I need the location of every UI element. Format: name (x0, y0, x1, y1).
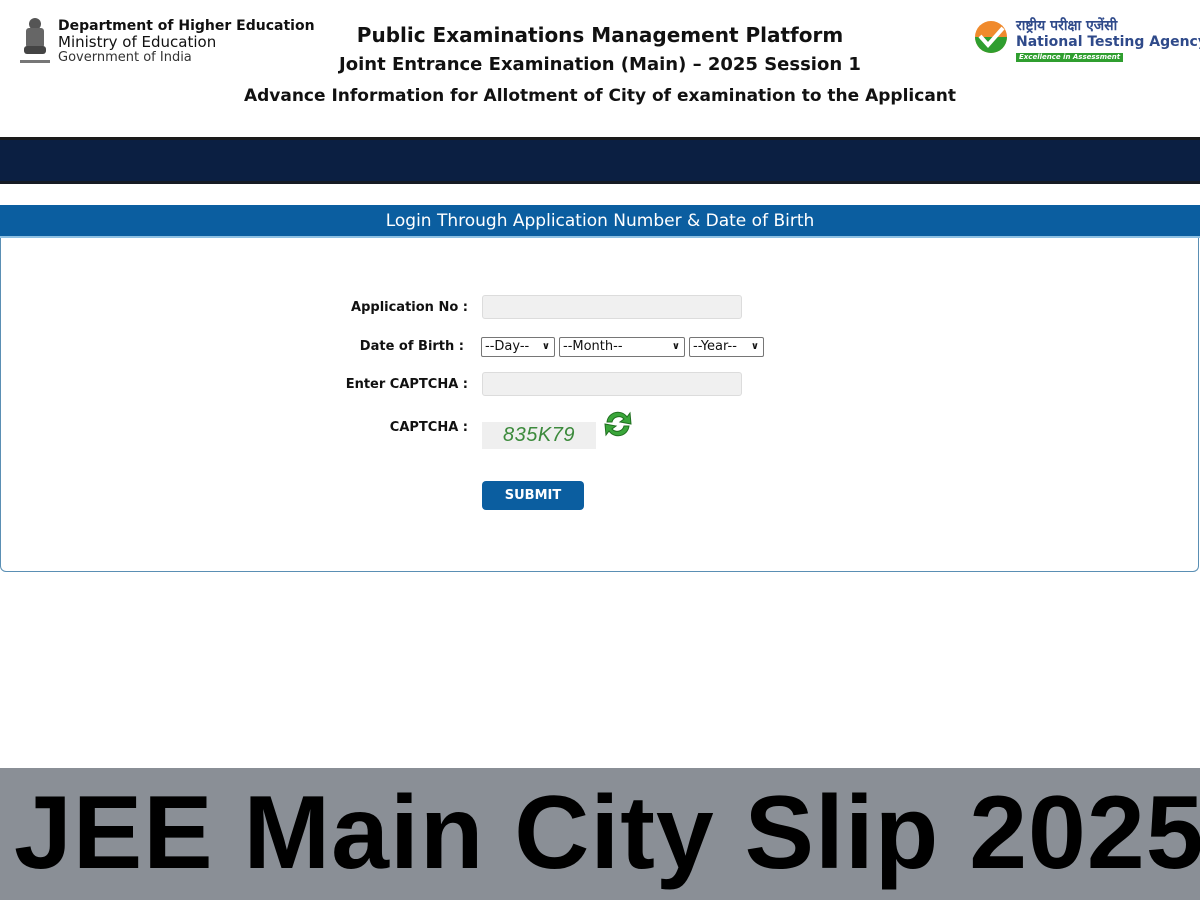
enter-captcha-label: Enter CAPTCHA : (345, 377, 468, 392)
captcha-image: 835K79 (482, 422, 596, 449)
chevron-down-icon: ∨ (541, 341, 550, 352)
dob-month-select[interactable]: --Month-- ∨ (559, 337, 685, 357)
nta-tagline: Excellence in Assessment (1016, 53, 1124, 62)
captcha-label: CAPTCHA : (389, 420, 468, 435)
platform-title: Public Examinations Management Platform (356, 23, 844, 47)
navigation-bar (0, 137, 1200, 184)
page-header: Department of Higher Education Ministry … (0, 0, 1200, 137)
dob-year-select[interactable]: --Year-- ∨ (689, 337, 764, 357)
chevron-down-icon: ∨ (750, 341, 759, 352)
banner-title: JEE Main City Slip 2025 (14, 775, 1200, 891)
chevron-down-icon: ∨ (671, 341, 680, 352)
year-select-value: --Year-- (693, 339, 737, 354)
national-emblem-icon (20, 18, 50, 63)
nta-check-icon (975, 21, 1007, 53)
nta-hindi-name: राष्ट्रीय परीक्षा एजेंसी (1016, 18, 1118, 34)
exam-title: Joint Entrance Examination (Main) – 2025… (339, 54, 861, 75)
nta-name: National Testing Agency (1016, 34, 1200, 50)
captcha-input[interactable] (482, 372, 742, 396)
application-no-label: Application No : (351, 300, 468, 315)
page-subtitle: Advance Information for Allotment of Cit… (243, 86, 957, 106)
refresh-icon[interactable] (601, 407, 635, 441)
day-select-value: --Day-- (485, 339, 530, 354)
dob-label: Date of Birth : (359, 339, 464, 354)
dob-day-select[interactable]: --Day-- ∨ (481, 337, 555, 357)
submit-button[interactable]: SUBMIT (482, 481, 584, 510)
header-titles: Public Examinations Management Platform … (200, 20, 1000, 112)
month-select-value: --Month-- (563, 339, 623, 354)
application-no-input[interactable] (482, 295, 742, 319)
login-heading: Login Through Application Number & Date … (0, 205, 1200, 238)
